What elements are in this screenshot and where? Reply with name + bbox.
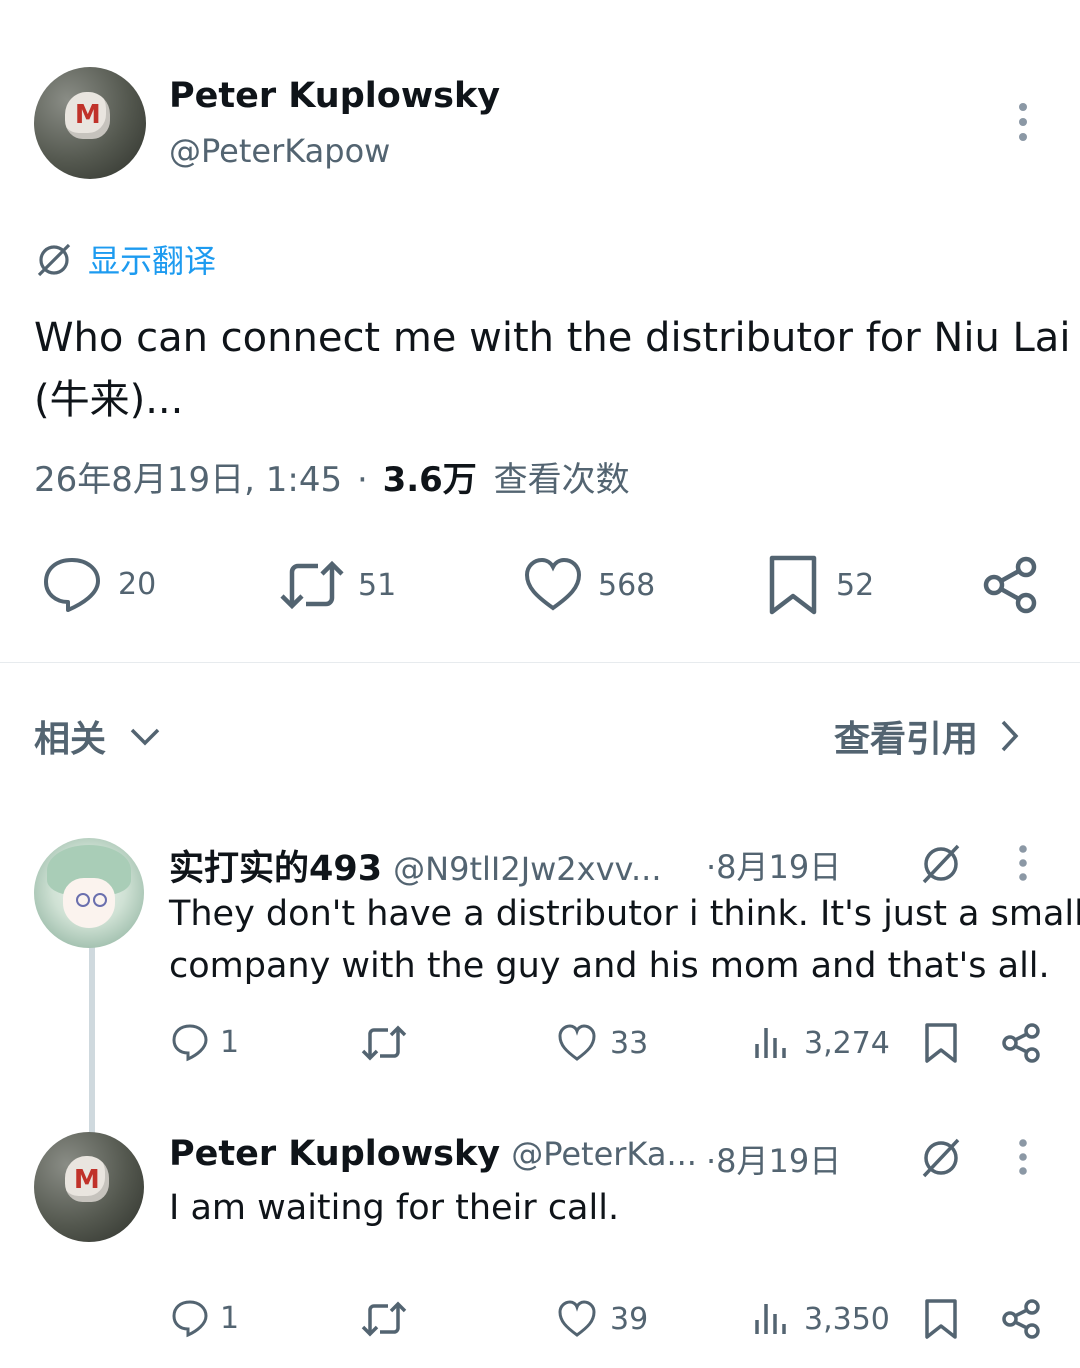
chevron-down-icon (128, 725, 162, 747)
views-count: 3,350 (804, 1301, 890, 1337)
retweet-icon (360, 1300, 408, 1338)
related-label: 相关 (34, 719, 107, 760)
reply-avatar[interactable] (34, 838, 144, 948)
view-quotes-label: 查看引用 (834, 719, 979, 760)
reply-share-button[interactable] (1000, 1022, 1042, 1064)
reply-reply-button[interactable]: 1 (170, 1022, 239, 1062)
reply-bookmark-button[interactable] (922, 1022, 960, 1064)
reply-count: 20 (118, 566, 157, 602)
retweet-button[interactable]: 51 (278, 558, 396, 612)
share-button[interactable] (980, 555, 1040, 615)
reply-retweet-button[interactable] (360, 1024, 408, 1062)
translate-icon (34, 239, 74, 279)
reply-header: 实打实的493 @N9tlI2Jw2xvv... (169, 840, 662, 891)
more-options-icon[interactable] (1012, 844, 1034, 882)
reply-retweet-button[interactable] (360, 1300, 408, 1338)
reply-author-name[interactable]: Peter Kuplowsky (169, 1134, 500, 1174)
helmet-image: M (64, 1156, 109, 1203)
heart-icon (522, 556, 584, 614)
post-timestamp[interactable]: 26年8月19日, 1:45 (34, 460, 342, 500)
helmet-letter: M (74, 100, 101, 131)
reply-reply-button[interactable]: 1 (170, 1298, 239, 1338)
reply-like-button[interactable]: 33 (556, 1023, 648, 1063)
helmet-letter: M (73, 1164, 100, 1195)
bookmark-icon (766, 554, 820, 616)
reply-icon (40, 554, 104, 614)
section-divider (0, 662, 1080, 663)
post-meta: 26年8月19日, 1:45 · 3.6万 查看次数 (34, 452, 630, 501)
reply-count: 1 (220, 1024, 240, 1060)
like-count: 33 (610, 1025, 649, 1061)
reply-icon (170, 1298, 210, 1338)
reply-author-handle[interactable]: @N9tlI2Jw2xvv... (393, 850, 661, 888)
reply-text-line-2: company with the guy and his mom and tha… (169, 946, 1050, 986)
reply-count: 1 (220, 1300, 240, 1336)
reply-avatar[interactable]: M (34, 1132, 144, 1242)
translate-label: 显示翻译 (88, 242, 217, 280)
post-text-line-1: Who can connect me with the distributor … (34, 315, 1071, 361)
author-name[interactable]: Peter Kuplowsky (169, 76, 500, 116)
more-options-icon[interactable] (1012, 1138, 1034, 1176)
translate-icon[interactable] (918, 840, 964, 886)
views-label: 查看次数 (493, 460, 630, 500)
bookmark-icon (922, 1022, 960, 1064)
reply-date[interactable]: ·8月19日 (706, 1136, 841, 1182)
chevron-right-icon (998, 718, 1020, 754)
reply-author-name[interactable]: 实打实的493 (169, 849, 382, 889)
like-count: 568 (598, 567, 656, 603)
reply-header: Peter Kuplowsky @PeterKa... (169, 1134, 697, 1174)
translate-icon[interactable] (918, 1134, 964, 1180)
avatar-eye (75, 893, 90, 907)
post-text-line-2: (牛来)... (34, 377, 184, 423)
translate-link[interactable]: 显示翻译 (34, 236, 216, 282)
reply-text-line-1: I am waiting for their call. (169, 1188, 620, 1228)
reply-icon (170, 1022, 210, 1062)
helmet-image: M (65, 91, 111, 139)
heart-icon (556, 1023, 598, 1063)
meta-separator: · (356, 460, 368, 500)
related-dropdown[interactable]: 相关 (34, 710, 162, 762)
thread-line (89, 944, 95, 1134)
author-handle[interactable]: @PeterKapow (169, 132, 390, 170)
views-count: 3,274 (804, 1025, 890, 1061)
reply-date[interactable]: ·8月19日 (706, 842, 841, 888)
reply-text-line-1: They don't have a distributor i think. I… (169, 894, 1080, 934)
retweet-count: 51 (358, 567, 397, 603)
like-button[interactable]: 568 (522, 556, 655, 614)
retweet-icon (278, 558, 346, 612)
views-count: 3.6万 (382, 460, 477, 500)
reply-author-handle[interactable]: @PeterKa... (511, 1135, 697, 1173)
analytics-icon (752, 1300, 790, 1338)
more-options-icon[interactable] (1010, 102, 1036, 142)
analytics-icon (752, 1024, 790, 1062)
bookmark-button[interactable]: 52 (766, 554, 874, 616)
heart-icon (556, 1299, 598, 1339)
reply-views-button[interactable]: 3,350 (752, 1300, 890, 1338)
reply-like-button[interactable]: 39 (556, 1299, 648, 1339)
like-count: 39 (610, 1301, 649, 1337)
author-avatar[interactable]: M (34, 67, 146, 179)
view-quotes-link[interactable]: 查看引用 (834, 710, 1020, 762)
bookmark-icon (922, 1298, 960, 1340)
bookmark-count: 52 (836, 567, 875, 603)
share-icon (1000, 1022, 1042, 1064)
retweet-icon (360, 1024, 408, 1062)
share-icon (1000, 1298, 1042, 1340)
reply-button[interactable]: 20 (40, 554, 156, 614)
reply-share-button[interactable] (1000, 1298, 1042, 1340)
reply-views-button[interactable]: 3,274 (752, 1024, 890, 1062)
share-icon (980, 555, 1040, 615)
reply-bookmark-button[interactable] (922, 1298, 960, 1340)
